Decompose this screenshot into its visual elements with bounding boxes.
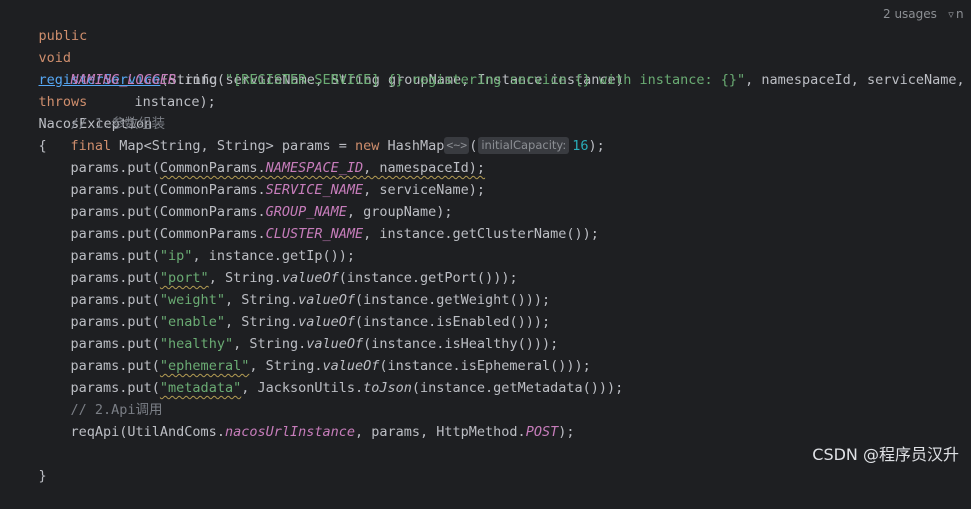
code-line-put-ephemeral[interactable]: params.put("ephemeral", String.valueOf(i… [38,333,591,374]
inlay-hint-initial-capacity: initialCapacity: [478,137,570,154]
code-line-put-metadata[interactable]: params.put("metadata", JacksonUtils.toJs… [38,355,624,396]
code-line-put-group-name[interactable]: params.put(CommonParams.GROUP_NAME, grou… [38,179,453,220]
req-api-static-field: nacosUrlInstance [224,424,355,440]
code-line-logger[interactable]: NAMING_LOGGER.info("[REGISTER-SERVICE] {… [38,47,965,88]
put-rest: , instance.getClusterName()); [363,226,599,242]
capacity-number: 16 [572,138,589,154]
keyword-public: public [38,28,88,44]
close-brace: } [38,468,47,484]
code-line-comment-2[interactable]: // 2.Api调用 [38,377,163,418]
log-message-string: "[REGISTER-SERVICE] {} registering servi… [224,72,746,88]
req-api-close: ); [558,424,575,440]
http-method-post: POST [525,424,559,440]
code-line-close-brace[interactable]: } [6,443,47,484]
code-line-req-api[interactable]: reqApi(UtilAndComs.nacosUrlInstance, par… [38,399,575,440]
code-line-logger-continuation[interactable]: instance); [102,69,216,110]
logger-args: , namespaceId, serviceName, [745,72,965,88]
put-key-string: "metadata" [159,380,242,396]
put-tail: (instance.getMetadata())); [411,380,624,396]
code-line-put-ip[interactable]: params.put("ip", instance.getIp()); [38,223,355,264]
code-line-put-weight[interactable]: params.put("weight", String.valueOf(inst… [38,267,551,308]
usages-hint[interactable]: 2 usages [883,0,937,28]
put-static-call: toJson [363,380,412,396]
code-line-put-enable[interactable]: params.put("enable", String.valueOf(inst… [38,289,551,330]
ctor-close: ); [588,138,605,154]
author-hint[interactable]: ▿ n [946,0,964,28]
req-api-call: reqApi(UtilAndComs. [70,424,225,440]
code-line-put-healthy[interactable]: params.put("healthy", String.valueOf(ins… [38,311,559,352]
code-line-put-namespace[interactable]: params.put(CommonParams.NAMESPACE_ID, na… [38,135,486,176]
req-api-args: , params, HttpMethod. [355,424,526,440]
code-line-comment-1[interactable]: // 1.参数组装 [38,91,166,132]
code-editor[interactable]: public void registerService(String servi… [0,0,971,484]
person-icon: ▿ [948,8,954,21]
code-line-map-decl[interactable]: final Map<String, String> params = new H… [38,113,605,154]
code-line-put-cluster-name[interactable]: params.put(CommonParams.CLUSTER_NAME, in… [38,201,599,242]
code-line-put-service-name[interactable]: params.put(CommonParams.SERVICE_NAME, se… [38,157,486,198]
csdn-watermark: CSDN @程序员汉升 [812,445,959,464]
code-line-signature[interactable]: public void registerService(String servi… [6,3,624,154]
put-value-expr: , JacksonUtils. [241,380,364,396]
code-line-put-port[interactable]: params.put("port", String.valueOf(instan… [38,245,518,286]
author-hint-text: n [956,7,964,21]
